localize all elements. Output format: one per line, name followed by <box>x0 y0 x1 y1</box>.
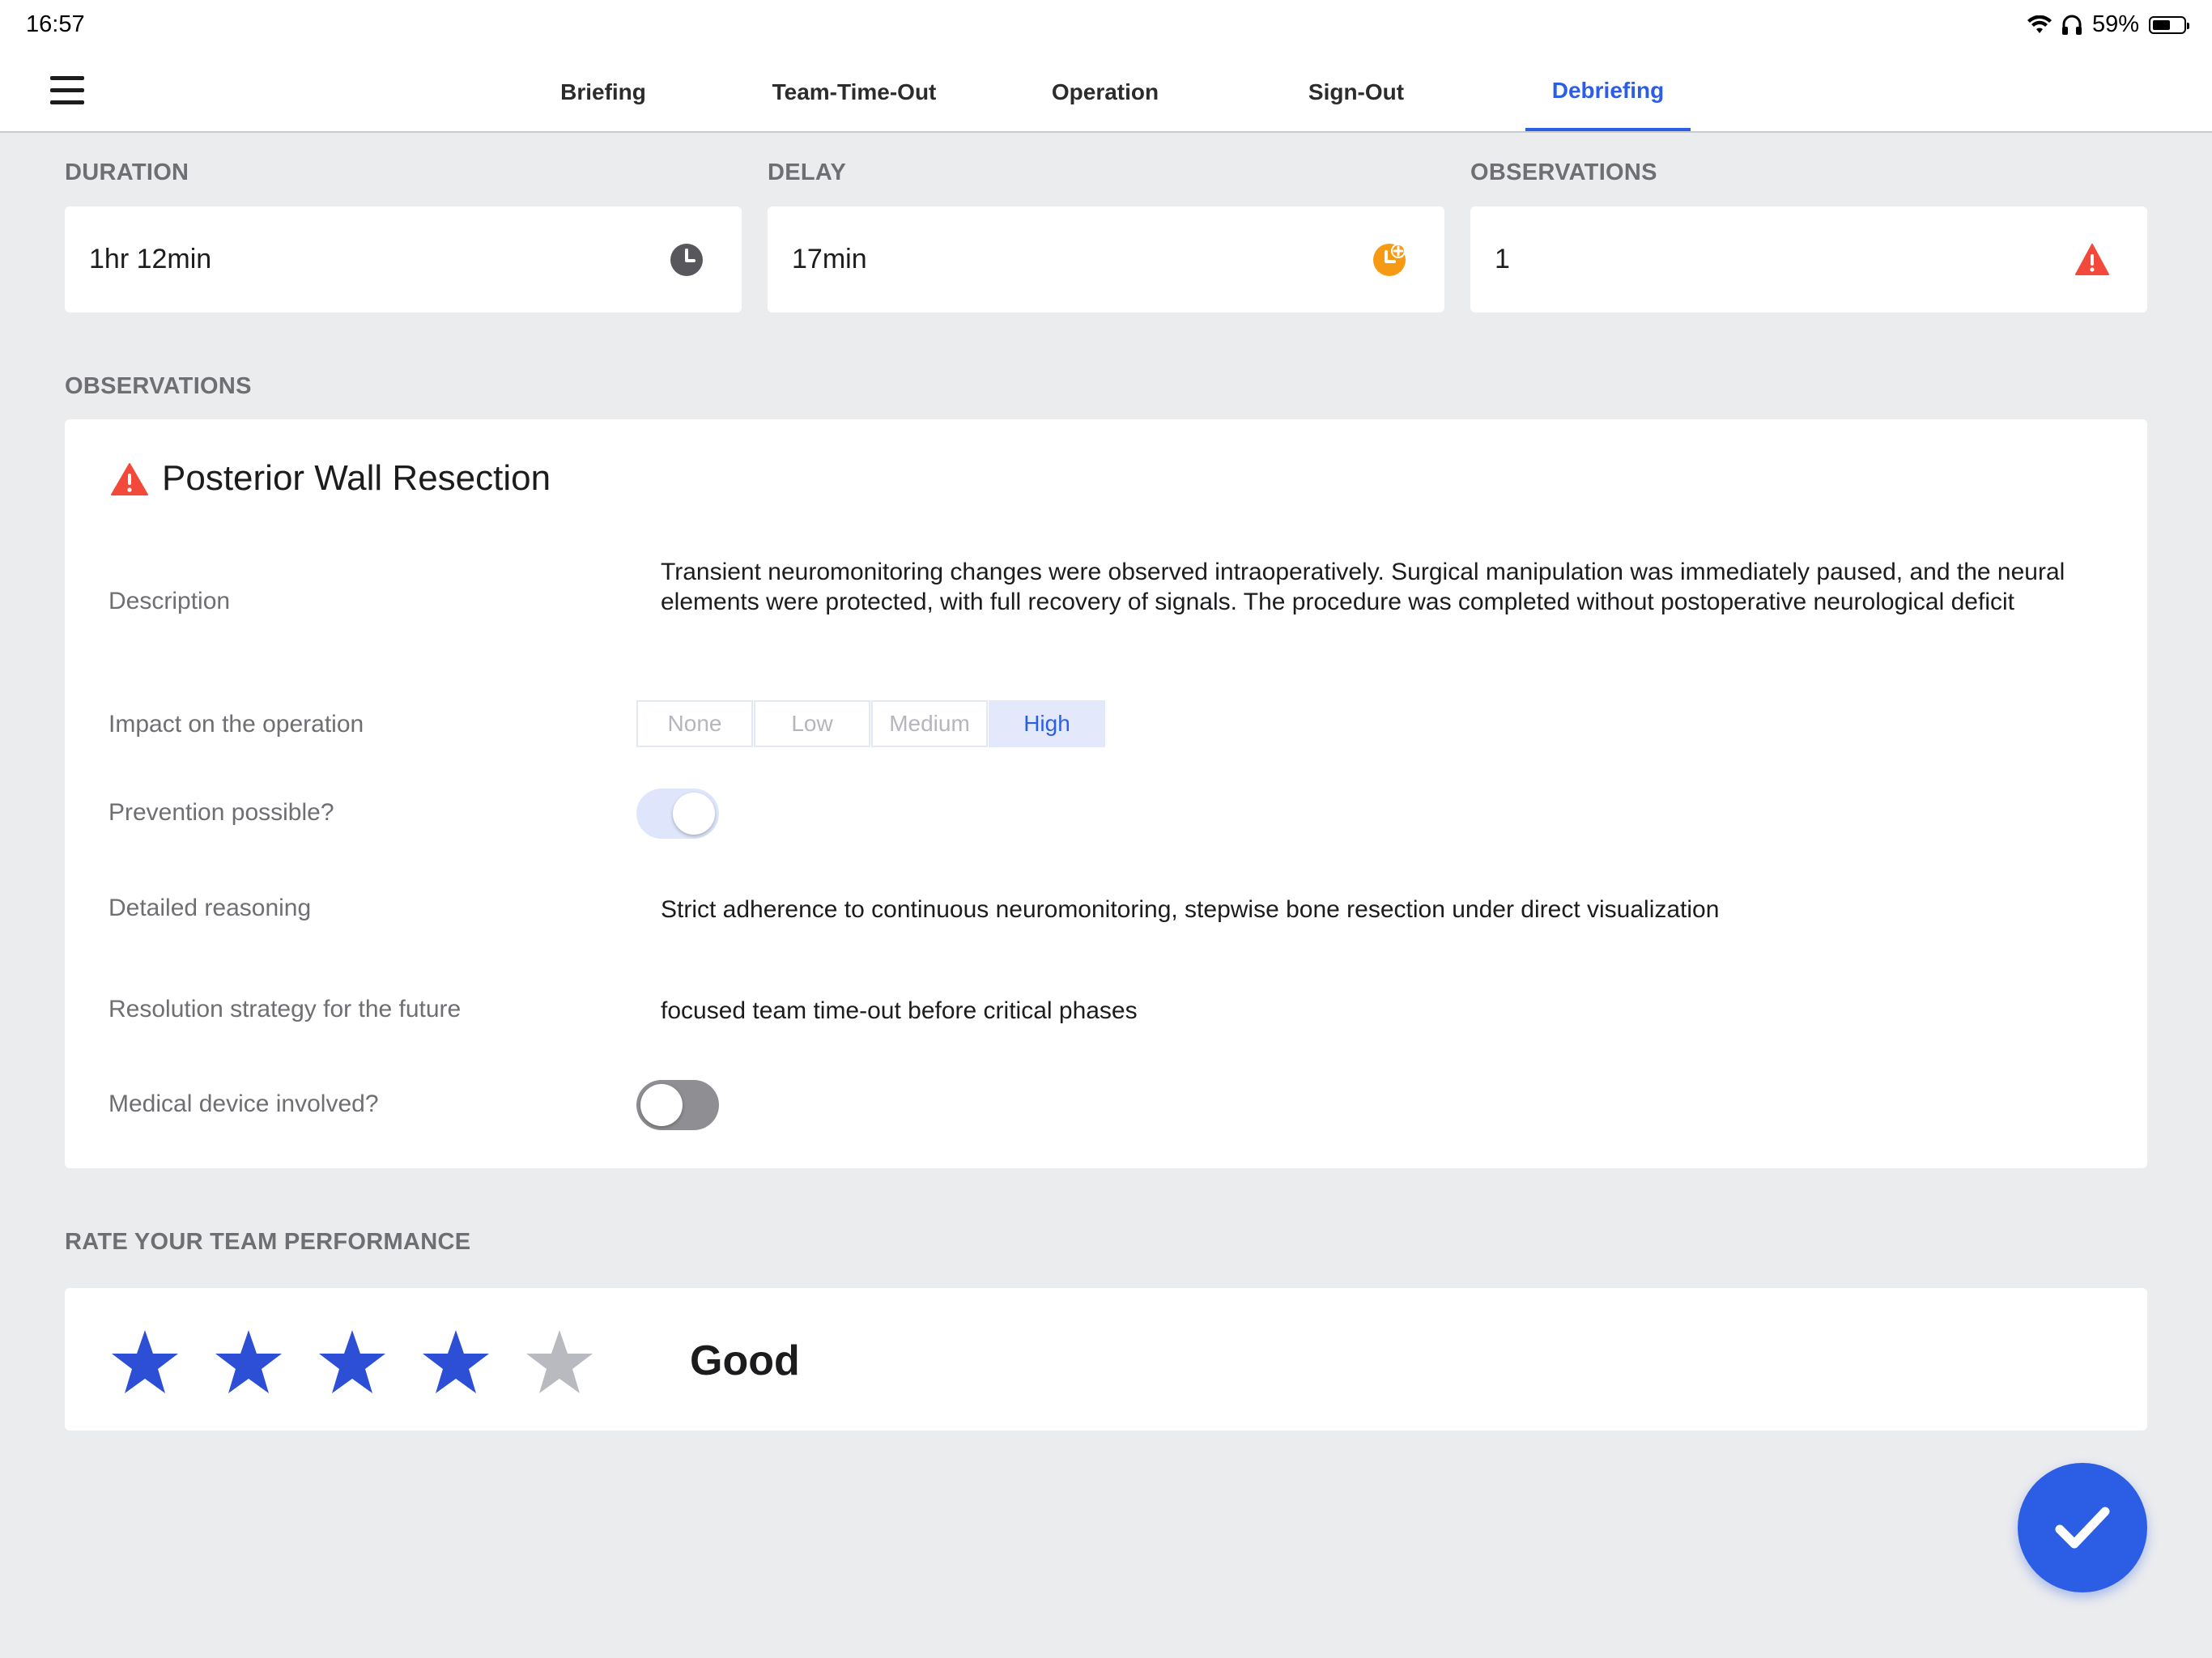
status-bar: 16:57 59% <box>0 0 2212 53</box>
description-text: Transient neuromonitoring changes were o… <box>661 559 2065 615</box>
star-icon[interactable] <box>317 1329 387 1395</box>
description-label: Description <box>108 588 231 614</box>
tab-debriefing[interactable]: Debriefing <box>1525 53 1691 131</box>
delay-card: 17min <box>768 206 1444 312</box>
battery-icon <box>2149 15 2189 34</box>
observation-card: Posterior Wall Resection Description Tra… <box>65 419 2147 1168</box>
reasoning-text: Strict adherence to continuous neuromoni… <box>661 896 1720 923</box>
rating-card: Good <box>65 1288 2147 1431</box>
rating-text: Good <box>690 1337 800 1384</box>
duration-label: DURATION <box>65 159 189 185</box>
observations-count-value: 1 <box>1495 244 1510 274</box>
observations-count-card: 1 <box>1470 206 2147 312</box>
toggle-knob <box>640 1084 683 1126</box>
impact-option-high[interactable]: High <box>989 700 1105 747</box>
delay-value: 17min <box>792 244 867 274</box>
device-label: Medical device involved? <box>108 1090 379 1117</box>
reasoning-label: Detailed reasoning <box>108 895 312 921</box>
strategy-text: focused team time-out before critical ph… <box>661 997 1138 1024</box>
prevention-label: Prevention possible? <box>108 799 334 826</box>
clock-icon <box>670 244 703 276</box>
impact-label: Impact on the operation <box>108 711 364 738</box>
strategy-label: Resolution strategy for the future <box>108 996 462 1022</box>
warning-icon <box>2075 244 2109 275</box>
impact-option-none[interactable]: None <box>636 700 753 747</box>
observations-count-label: OBSERVATIONS <box>1470 159 1657 185</box>
impact-option-medium[interactable]: Medium <box>871 700 988 747</box>
battery-percentage: 59% <box>2091 11 2139 37</box>
observations-section-label: OBSERVATIONS <box>65 373 252 399</box>
impact-segmented-control: None Low Medium High <box>636 700 1106 747</box>
observation-title: Posterior Wall Resection <box>162 458 551 498</box>
hamburger-menu-icon[interactable] <box>50 76 84 108</box>
clock-plus-icon <box>1373 244 1406 276</box>
status-indicators: 59% <box>2027 11 2189 38</box>
headphones-icon <box>2061 15 2082 35</box>
checkmark-icon <box>2055 1507 2110 1549</box>
wifi-icon <box>2027 15 2052 33</box>
star-icon[interactable] <box>110 1329 180 1395</box>
top-navigation: Briefing Team-Time-Out Operation Sign-Ou… <box>0 53 2212 133</box>
star-icon[interactable] <box>421 1329 491 1395</box>
medical-device-toggle[interactable] <box>636 1080 719 1130</box>
warning-icon <box>111 463 148 495</box>
star-icon[interactable] <box>525 1329 594 1395</box>
toggle-knob <box>673 793 715 835</box>
status-time: 16:57 <box>26 11 85 37</box>
duration-card: 1hr 12min <box>65 206 742 312</box>
delay-label: DELAY <box>768 159 847 185</box>
prevention-toggle[interactable] <box>636 789 719 839</box>
rating-section-label: RATE YOUR TEAM PERFORMANCE <box>65 1229 471 1255</box>
confirm-button[interactable] <box>2018 1463 2147 1592</box>
impact-option-low[interactable]: Low <box>754 700 870 747</box>
star-icon[interactable] <box>214 1329 283 1395</box>
tab-team-time-out[interactable]: Team-Time-Out <box>753 53 955 131</box>
tab-briefing[interactable]: Briefing <box>526 53 680 131</box>
tab-sign-out[interactable]: Sign-Out <box>1279 53 1433 131</box>
battery-fill <box>2153 19 2170 30</box>
tab-operation[interactable]: Operation <box>1028 53 1182 131</box>
duration-value: 1hr 12min <box>89 244 212 274</box>
